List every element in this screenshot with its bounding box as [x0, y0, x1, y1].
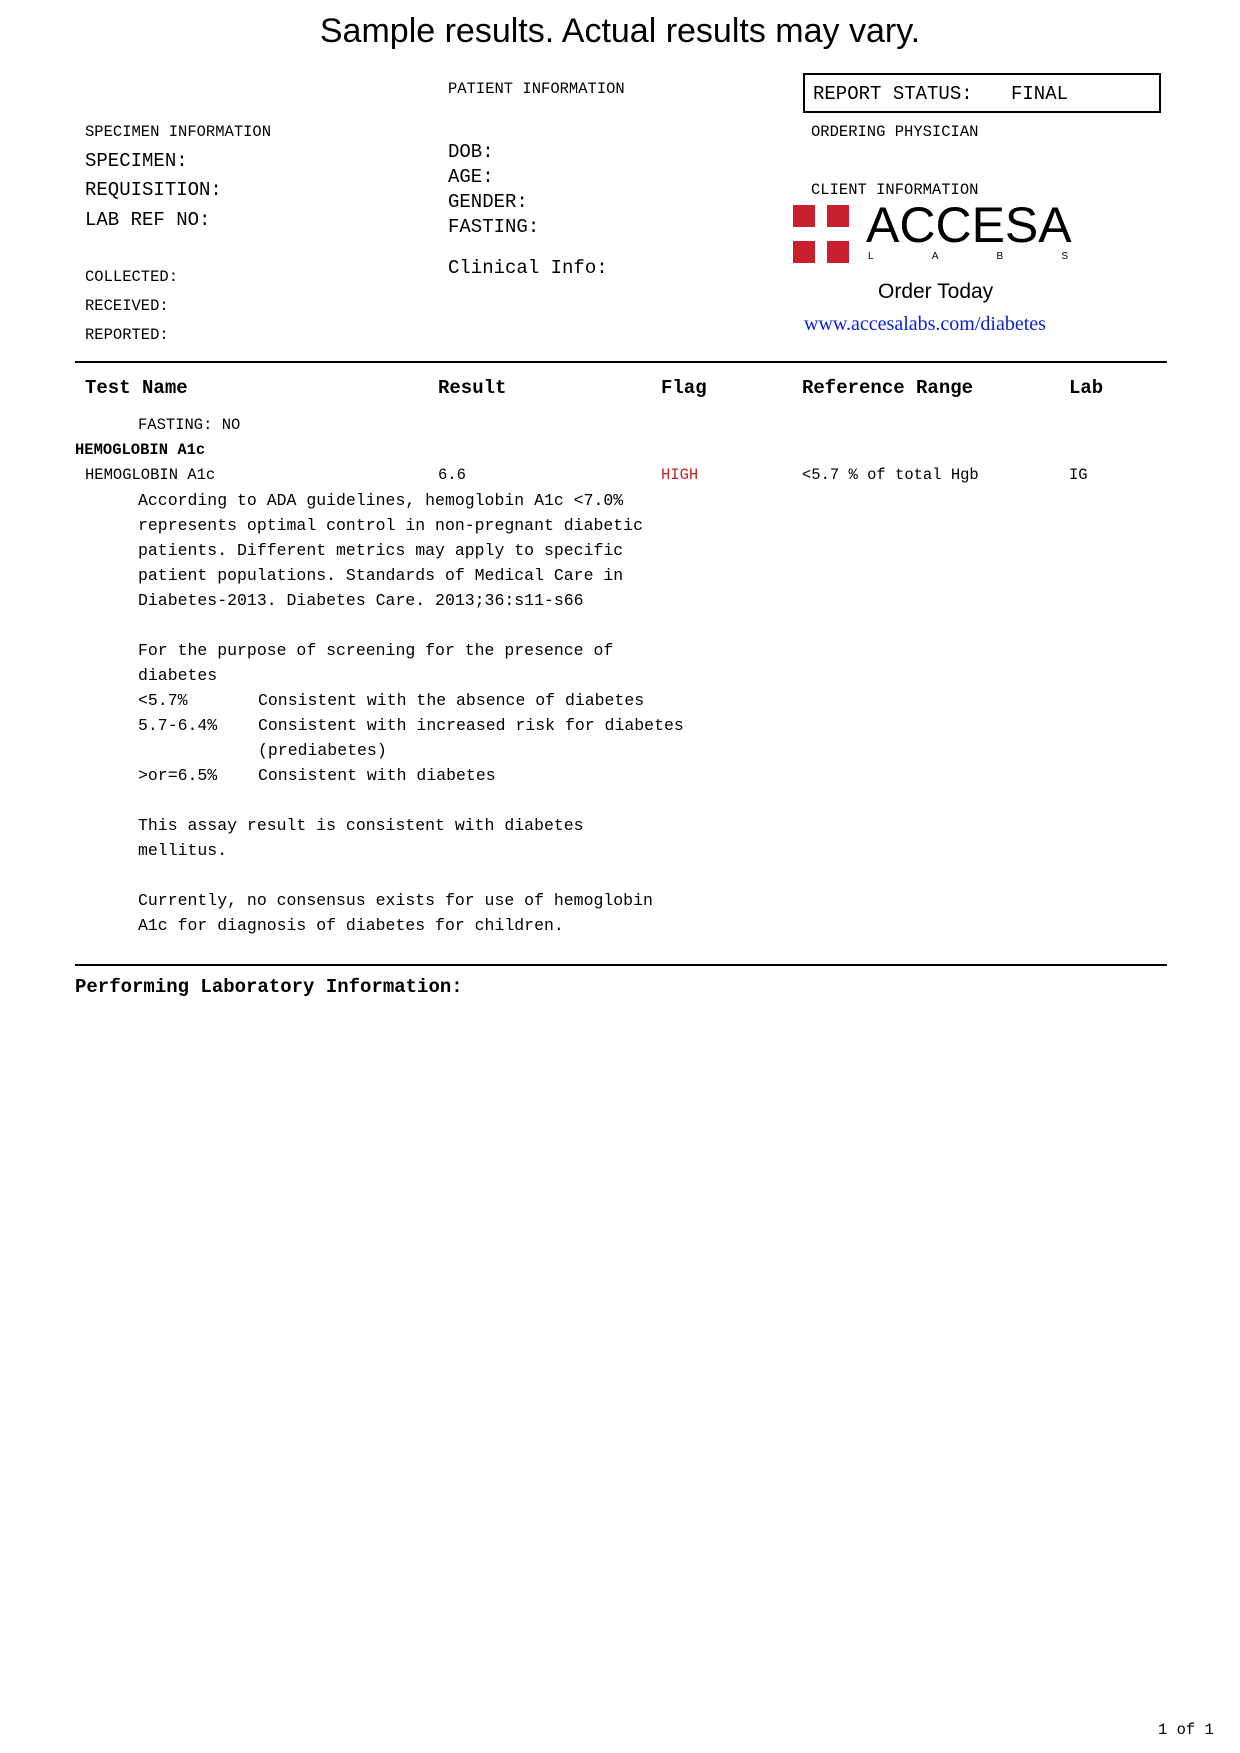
note-line: diabetes	[138, 666, 218, 685]
note-line: mellitus.	[138, 841, 228, 860]
col-header-reference-range: Reference Range	[802, 377, 974, 399]
logo-sub-letter: A	[931, 251, 939, 262]
lab-ref-label: LAB REF NO:	[85, 209, 211, 231]
patient-gender-label: GENDER:	[448, 191, 528, 213]
note-line: According to ADA guidelines, hemoglobin …	[138, 491, 624, 510]
range-value: >or=6.5%	[138, 766, 218, 785]
report-status-value: FINAL	[1011, 83, 1069, 105]
patient-dob-label: DOB:	[448, 141, 494, 163]
logo-square-icon	[793, 241, 815, 263]
logo-sub-letter: B	[996, 251, 1004, 262]
note-line: This assay result is consistent with dia…	[138, 816, 584, 835]
logo-square-icon	[827, 241, 849, 263]
fasting-note: FASTING: NO	[138, 416, 241, 434]
requisition-label: REQUISITION:	[85, 179, 222, 201]
order-today-text: Order Today	[878, 280, 994, 303]
row-lab: IG	[1069, 466, 1088, 484]
note-line: A1c for diagnosis of diabetes for childr…	[138, 916, 564, 935]
col-header-flag: Flag	[661, 377, 707, 399]
range-text: Consistent with increased risk for diabe…	[258, 716, 684, 735]
divider-top	[75, 361, 1167, 363]
report-status-label: REPORT STATUS:	[813, 83, 973, 105]
specimen-label: SPECIMEN:	[85, 150, 188, 172]
row-reference-range: <5.7 % of total Hgb	[802, 466, 979, 484]
range-text: Consistent with diabetes	[258, 766, 496, 785]
note-line: Diabetes-2013. Diabetes Care. 2013;36:s1…	[138, 591, 584, 610]
row-test-name: HEMOGLOBIN A1c	[85, 466, 216, 484]
col-header-result: Result	[438, 377, 507, 399]
range-value: <5.7%	[138, 691, 188, 710]
note-line: represents optimal control in non-pregna…	[138, 516, 643, 535]
logo-subtitle: L A B S	[868, 251, 1068, 262]
sample-banner: Sample results. Actual results may vary.	[319, 12, 921, 50]
panel-name: HEMOGLOBIN A1c	[75, 441, 206, 459]
logo-sub-letter: S	[1061, 251, 1068, 262]
clinical-info-label: Clinical Info:	[448, 257, 608, 279]
row-flag: HIGH	[661, 466, 699, 484]
logo-square-icon	[793, 205, 815, 227]
note-line: patients. Different metrics may apply to…	[138, 541, 624, 560]
logo-sub-letter: L	[868, 251, 874, 262]
ordering-physician-heading: ORDERING PHYSICIAN	[811, 123, 979, 141]
logo-wordmark: ACCESA	[866, 197, 1072, 253]
received-label: RECEIVED:	[85, 297, 169, 315]
page-number: 1 of 1	[1158, 1721, 1214, 1739]
diabetes-link[interactable]: www.accesalabs.com/diabetes	[804, 313, 1046, 336]
range-text: Consistent with the absence of diabetes	[258, 691, 645, 710]
reported-label: REPORTED:	[85, 326, 169, 344]
collected-label: COLLECTED:	[85, 268, 179, 286]
note-line: patient populations. Standards of Medica…	[138, 566, 624, 585]
range-text: (prediabetes)	[258, 741, 387, 760]
logo-square-icon	[827, 205, 849, 227]
row-result: 6.6	[438, 466, 466, 484]
note-line: For the purpose of screening for the pre…	[138, 641, 614, 660]
divider-bottom	[75, 964, 1167, 966]
patient-fasting-label: FASTING:	[448, 216, 540, 238]
specimen-info-heading: SPECIMEN INFORMATION	[85, 123, 272, 141]
patient-age-label: AGE:	[448, 166, 494, 188]
range-value: 5.7-6.4%	[138, 716, 218, 735]
performing-lab-heading: Performing Laboratory Information:	[75, 976, 463, 998]
note-line: Currently, no consensus exists for use o…	[138, 891, 653, 910]
patient-info-heading: PATIENT INFORMATION	[448, 80, 625, 98]
col-header-test-name: Test Name	[85, 377, 188, 399]
col-header-lab: Lab	[1069, 377, 1104, 399]
report-status-box: REPORT STATUS: FINAL	[803, 73, 1161, 113]
